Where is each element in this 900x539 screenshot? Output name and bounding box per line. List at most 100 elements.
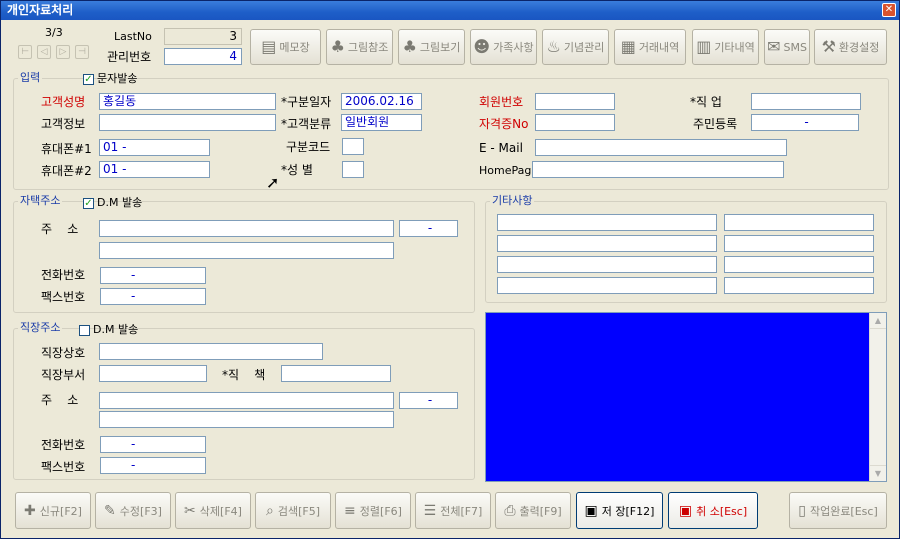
- bottom-button-0[interactable]: ✚ 신규[F2]: [15, 492, 91, 529]
- family-icon: ☻: [473, 37, 491, 56]
- record-counter: 3/3: [45, 26, 63, 39]
- scroll-up-icon[interactable]: ▲: [870, 313, 886, 329]
- resident-no-field[interactable]: -: [751, 114, 859, 131]
- toolbar-button-1[interactable]: ♣ 그림참조: [326, 29, 393, 65]
- work-dm-checkbox[interactable]: D.M 발송: [79, 323, 138, 337]
- etc-field-2[interactable]: [724, 214, 874, 231]
- toolbar-button-4[interactable]: ♨ 기념관리: [542, 29, 609, 65]
- mgmt-no-label: 관리번호: [107, 50, 152, 64]
- gender-field[interactable]: [342, 161, 364, 178]
- sort-icon: ≡: [344, 502, 356, 519]
- date-label: *구분일자: [281, 95, 332, 109]
- lastno-label: LastNo: [114, 30, 152, 43]
- next-record-button[interactable]: ▷: [56, 45, 70, 59]
- etc-field-4[interactable]: [724, 235, 874, 252]
- toolbar-button-8[interactable]: ⚒ 환경설정: [814, 29, 887, 65]
- home-tel-label: 전화번호: [41, 268, 86, 282]
- homepage-field[interactable]: [532, 161, 784, 178]
- etc-field-6[interactable]: [724, 256, 874, 273]
- bottom-button-4[interactable]: ≡ 정렬[F6]: [335, 492, 411, 529]
- bottom-label: 검색[F5]: [277, 504, 320, 518]
- email-field[interactable]: [535, 139, 787, 156]
- job-field[interactable]: [751, 93, 861, 110]
- etc-icon: ▥: [696, 37, 712, 56]
- bottom-button-6[interactable]: ⎙ 출력[F9]: [495, 492, 571, 529]
- toolbar-button-6[interactable]: ▥ 기타내역: [692, 29, 759, 65]
- company-label: 직장상호: [41, 346, 86, 360]
- title-bar: 개인자료처리 ✕: [1, 1, 899, 20]
- bottom-button-3[interactable]: ⌕ 검색[F5]: [255, 492, 331, 529]
- home-addr2-field[interactable]: [99, 242, 394, 259]
- phone1-field[interactable]: 01 -: [99, 139, 210, 156]
- tree-icon: ♣: [330, 37, 345, 56]
- home-zip-field[interactable]: -: [399, 220, 458, 237]
- toolbar-button-0[interactable]: ▤ 메모장: [250, 29, 321, 65]
- bottom-label: 저 장[F12]: [601, 504, 655, 518]
- prev-record-button[interactable]: ◁: [37, 45, 51, 59]
- toolbar-label: 가족사항: [493, 41, 534, 54]
- name-field[interactable]: 홍길동: [99, 93, 276, 110]
- code-field[interactable]: [342, 138, 364, 155]
- bottom-label: 정렬[F6]: [359, 504, 402, 518]
- etc-field-8[interactable]: [724, 277, 874, 294]
- work-zip-field[interactable]: -: [399, 392, 458, 409]
- home-fax-field[interactable]: -: [100, 288, 206, 305]
- class-field[interactable]: 일반회원: [341, 114, 422, 131]
- work-fax-label: 팩스번호: [41, 460, 86, 474]
- tree-view-icon: ♣: [402, 37, 417, 56]
- sms-checkbox[interactable]: ✓ 문자발송: [83, 72, 137, 86]
- window-title: 개인자료처리: [7, 3, 74, 17]
- position-field[interactable]: [281, 365, 391, 382]
- notes-scrollbar[interactable]: ▲ ▼: [869, 313, 886, 481]
- bottom-button-9[interactable]: ▯ 작업완료[Esc]: [789, 492, 887, 529]
- toolbar-button-5[interactable]: ▦ 거래내역: [614, 29, 686, 65]
- company-field[interactable]: [99, 343, 323, 360]
- bottom-button-7[interactable]: ▣ 저 장[F12]: [576, 492, 663, 529]
- home-addr-label: 주 소: [41, 222, 79, 236]
- home-dm-checkbox[interactable]: ✓ D.M 발송: [83, 196, 142, 210]
- notes-textarea[interactable]: [485, 312, 887, 482]
- info-field[interactable]: [99, 114, 276, 131]
- class-label: *고객분류: [281, 117, 332, 131]
- toolbar-button-3[interactable]: ☻ 가족사항: [470, 29, 537, 65]
- etc-field-7[interactable]: [497, 277, 717, 294]
- etc-field-3[interactable]: [497, 235, 717, 252]
- bottom-button-8[interactable]: ▣ 취 소[Esc]: [668, 492, 758, 529]
- home-address-title: 자택주소: [18, 194, 63, 207]
- date-field[interactable]: 2006.02.16: [341, 93, 422, 110]
- toolbar-button-7[interactable]: ✉ SMS: [764, 29, 810, 65]
- home-addr1-field[interactable]: [99, 220, 394, 237]
- etc-title: 기타사항: [490, 194, 535, 207]
- home-fax-label: 팩스번호: [41, 290, 86, 304]
- toolbar-button-2[interactable]: ♣ 그림보기: [398, 29, 465, 65]
- etc-field-1[interactable]: [497, 214, 717, 231]
- scroll-down-icon[interactable]: ▼: [870, 465, 886, 481]
- window: 개인자료처리 ✕ 3/3 ⊢ ◁ ▷ ⊣ LastNo 3 관리번호 4 ▤ 메모…: [0, 0, 900, 539]
- work-fax-field[interactable]: -: [100, 457, 206, 474]
- mgmt-no-field[interactable]: 4: [164, 48, 242, 65]
- sms-check-icon: ✓: [83, 73, 94, 85]
- cancel-icon: ▣: [678, 502, 693, 519]
- cert-no-field[interactable]: [535, 114, 615, 131]
- member-no-field[interactable]: [535, 93, 615, 110]
- phone2-field[interactable]: 01 -: [99, 161, 210, 178]
- bottom-button-5[interactable]: ☰ 전체[F7]: [415, 492, 491, 529]
- work-addr2-field[interactable]: [99, 411, 394, 428]
- home-tel-field[interactable]: -: [100, 267, 206, 284]
- close-button[interactable]: ✕: [882, 3, 896, 17]
- search-icon: ⌕: [266, 502, 274, 519]
- toolbar-label: 메모장: [279, 41, 310, 54]
- resident-no-label: 주민등록: [693, 117, 738, 131]
- bottom-button-1[interactable]: ✎ 수정[F3]: [95, 492, 171, 529]
- dept-label: 직장부서: [41, 368, 86, 382]
- etc-field-5[interactable]: [497, 256, 717, 273]
- work-tel-field[interactable]: -: [100, 436, 206, 453]
- phone1-label: 휴대폰#1: [41, 142, 92, 156]
- cake-icon: ♨: [546, 37, 561, 56]
- work-addr1-field[interactable]: [99, 392, 394, 409]
- first-record-button[interactable]: ⊢: [18, 45, 32, 59]
- tools-icon: ⚒: [821, 37, 836, 56]
- bottom-button-2[interactable]: ✂ 삭제[F4]: [175, 492, 251, 529]
- last-record-button[interactable]: ⊣: [75, 45, 89, 59]
- dept-field[interactable]: [99, 365, 207, 382]
